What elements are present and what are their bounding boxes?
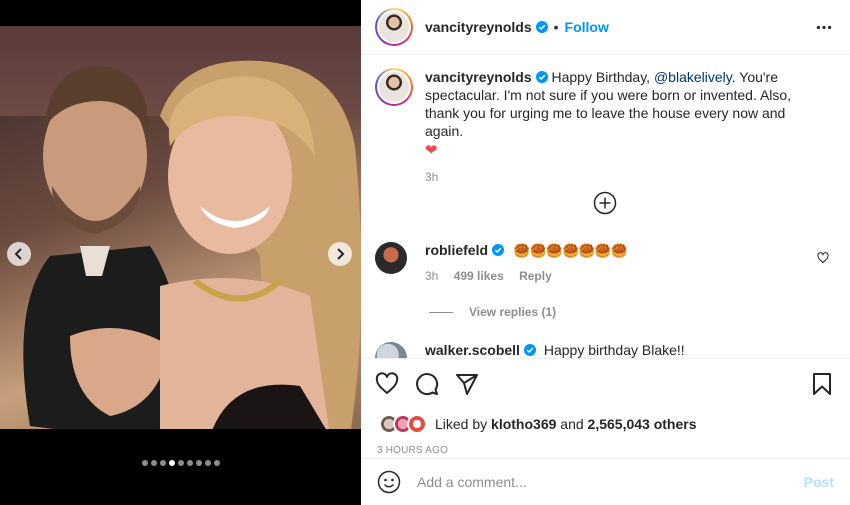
comment-item: robliefeld 🥮🥮🥮🥮🥮🥮🥮 3h 499 likes Reply <box>375 242 835 283</box>
commenter-avatar[interactable] <box>375 242 407 274</box>
post-panel: vancityreynolds • Follow vancityreynolds… <box>361 0 850 505</box>
carousel-dot <box>141 460 148 466</box>
comment-text: Happy birthday Blake!! <box>543 342 685 358</box>
author-avatar[interactable] <box>375 8 413 46</box>
share-button[interactable] <box>455 372 479 396</box>
verified-badge-icon <box>535 21 548 33</box>
post-actions-area: Liked by klotho369 and 2,565,043 others … <box>361 358 850 456</box>
comment-input[interactable] <box>417 474 804 490</box>
carousel-dot <box>204 460 211 466</box>
verified-badge-icon <box>535 71 548 83</box>
commenter-avatar[interactable] <box>375 342 407 358</box>
comment-button[interactable] <box>415 372 439 396</box>
next-photo-button[interactable] <box>328 242 352 266</box>
commenter-username[interactable]: walker.scobell <box>425 342 520 358</box>
post-timestamp[interactable]: 3 HOURS AGO <box>361 439 850 456</box>
commenter-username[interactable]: robliefeld <box>425 242 488 258</box>
comment-like-heart-icon[interactable] <box>817 252 829 264</box>
post-photo <box>0 26 361 429</box>
chevron-right-icon <box>337 248 345 260</box>
post-media <box>0 0 361 505</box>
caption-heart-emoji: ❤ <box>425 142 438 159</box>
carousel-dot-active <box>168 460 175 466</box>
more-horizontal-icon <box>816 25 832 29</box>
carousel-dot <box>186 460 193 466</box>
liker-avatar[interactable] <box>407 414 427 434</box>
verified-badge-icon <box>523 344 536 356</box>
likes-summary: Liked by klotho369 and 2,565,043 others <box>361 409 850 439</box>
carousel-dot <box>195 460 202 466</box>
caption: vancityreynolds Happy Birthday, @blakeli… <box>375 68 834 186</box>
paper-plane-icon <box>456 374 478 395</box>
save-button[interactable] <box>810 372 834 396</box>
carousel-dot <box>159 460 166 466</box>
chevron-left-icon <box>14 248 22 260</box>
load-more-comments-icon[interactable] <box>593 191 617 215</box>
carousel-dot <box>177 460 184 466</box>
caption-avatar[interactable] <box>375 68 413 106</box>
caption-text-start: Happy Birthday, <box>547 69 654 85</box>
follow-button[interactable]: Follow <box>565 19 609 35</box>
liker-avatars <box>379 414 427 434</box>
likes-prefix: Liked by <box>435 416 492 432</box>
more-options-button[interactable] <box>814 17 834 37</box>
action-bar <box>361 359 850 409</box>
comment-item: walker.scobell Happy birthday Blake!! <box>375 342 835 358</box>
likes-count-link[interactable]: 2,565,043 others <box>588 416 697 432</box>
comments-section[interactable]: vancityreynolds Happy Birthday, @blakeli… <box>361 56 850 358</box>
author-username[interactable]: vancityreynolds <box>425 19 532 35</box>
verified-badge-icon <box>492 244 505 256</box>
comment-bubble-icon <box>416 373 439 396</box>
view-replies-label: View replies (1) <box>469 305 557 319</box>
likes-and: and <box>556 416 588 432</box>
carousel-indicator <box>0 460 361 466</box>
add-comment-bar: Post <box>361 458 850 505</box>
header-separator: • <box>553 19 559 35</box>
caption-mention-link[interactable]: @blakelively <box>654 69 732 85</box>
comment-time[interactable]: 3h <box>425 269 438 283</box>
liker-username-link[interactable]: klotho369 <box>491 416 556 432</box>
previous-photo-button[interactable] <box>7 242 31 266</box>
comment-reply-button[interactable]: Reply <box>519 269 552 283</box>
heart-icon <box>375 372 399 394</box>
photo-person-right <box>160 60 361 429</box>
emoji-icon[interactable] <box>377 470 401 494</box>
comment-text: 🥮🥮🥮🥮🥮🥮🥮 <box>513 243 628 258</box>
caption-username[interactable]: vancityreynolds <box>425 69 532 85</box>
view-replies-button[interactable]: View replies (1) <box>429 305 556 319</box>
like-button[interactable] <box>375 372 399 396</box>
post-header: vancityreynolds • Follow <box>361 0 850 55</box>
caption-time[interactable]: 3h <box>425 168 825 186</box>
post-comment-button[interactable]: Post <box>804 474 834 490</box>
comment-likes[interactable]: 499 likes <box>454 269 504 283</box>
carousel-dot <box>150 460 157 466</box>
bookmark-icon <box>813 373 831 395</box>
carousel-dot <box>213 460 220 466</box>
